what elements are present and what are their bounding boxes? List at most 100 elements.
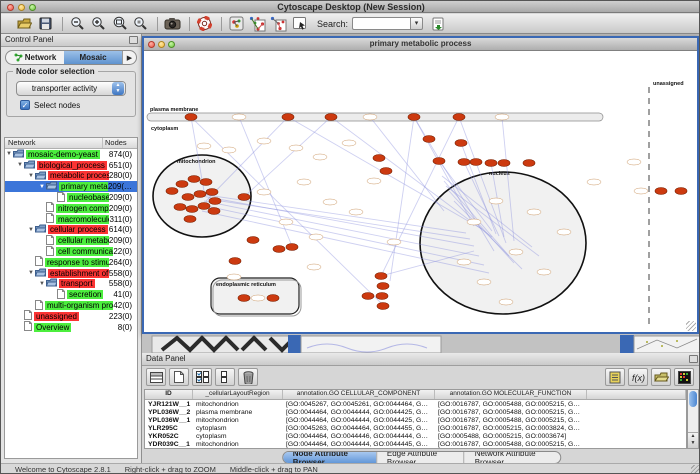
zoom-out-icon[interactable] — [68, 15, 87, 32]
tree-row[interactable]: ▼establishment of lo558(0) — [5, 268, 137, 279]
annotation-icon[interactable] — [290, 15, 309, 32]
network-window-titlebar[interactable]: primary metabolic process — [144, 38, 697, 51]
scrollbar-arrows[interactable]: ▲▼ — [688, 432, 698, 448]
col-id[interactable]: ID — [145, 390, 193, 399]
tree-row[interactable]: ▼metabolic process280(0) — [5, 171, 137, 182]
table-cell[interactable]: cytoplasm — [193, 425, 283, 432]
zoom-fit-icon[interactable] — [110, 15, 129, 32]
expand-triangle-icon[interactable]: ▼ — [38, 281, 46, 287]
snapshot-icon[interactable] — [163, 15, 182, 32]
table-cell[interactable]: [GO:0044464, GO:0044446, GO:0044444, G… — [283, 433, 435, 440]
unselect-attributes-icon[interactable] — [215, 368, 235, 386]
table-cell[interactable]: cytoplasm — [193, 433, 283, 440]
table-cell[interactable]: [GO:0044464, GO:0044444, GO:0044425, G… — [283, 409, 435, 416]
expand-triangle-icon[interactable]: ▼ — [16, 162, 24, 168]
network-merge-icon[interactable] — [248, 15, 267, 32]
zoom-selected-icon[interactable] — [131, 15, 150, 32]
attribute-dropdown[interactable]: transporter activity ▲▼ — [16, 81, 126, 96]
expand-triangle-icon[interactable]: ▼ — [27, 227, 35, 233]
select-nodes-checkbox[interactable]: ✓ — [20, 100, 30, 110]
table-cell[interactable]: [GO:0016787, GO:0005488, GO:0005215, G… — [435, 409, 587, 416]
table-cell[interactable]: YJR121W__1 — [145, 401, 193, 408]
search-dropdown-icon[interactable]: ▾ — [410, 17, 423, 30]
expand-triangle-icon[interactable]: ▼ — [5, 151, 13, 157]
table-cell[interactable]: YPL036W__1 — [145, 417, 193, 424]
tree-row[interactable]: ▼transport558(0) — [5, 279, 137, 290]
tree-row[interactable]: secretion41(0) — [5, 289, 137, 300]
app-resize-grip[interactable] — [691, 465, 700, 474]
vizmapper-icon[interactable] — [227, 15, 246, 32]
import-attributes-icon[interactable] — [651, 368, 671, 386]
delete-attribute-icon[interactable] — [238, 368, 258, 386]
table-cell[interactable]: [GO:0016787, GO:0005488, GO:0005215, G… — [435, 441, 587, 448]
table-cell[interactable]: YLR295C — [145, 425, 193, 432]
open-icon[interactable] — [15, 15, 34, 32]
table-cell[interactable]: plasma membrane — [193, 409, 283, 416]
tab-mosaic[interactable]: Mosaic — [64, 51, 122, 64]
table-cell[interactable]: YDR039C__1 — [145, 441, 193, 448]
tree-row[interactable]: response to stimul264(0) — [5, 257, 137, 268]
table-cell[interactable]: mitochondrion — [193, 441, 283, 448]
attribute-list-icon[interactable] — [605, 368, 625, 386]
tab-edge-attribute-browser[interactable]: Edge Attribute Browser — [377, 452, 465, 463]
col-cellular-component[interactable]: annotation.GO CELLULAR_COMPONENT — [283, 390, 435, 399]
table-cell[interactable]: YPL036W__2 — [145, 409, 193, 416]
expand-triangle-icon[interactable]: ▼ — [38, 184, 46, 190]
float-data-panel-icon[interactable] — [689, 355, 698, 363]
scrollbar-thumb[interactable] — [689, 391, 697, 407]
tab-network-attribute-browser[interactable]: Network Attribute Browser — [465, 452, 561, 463]
table-cell[interactable]: [GO:0016787, GO:0005488, GO:0005215, G… — [435, 401, 587, 408]
tree-row[interactable]: ▼mosaic-demo-yeast874(0) — [5, 149, 137, 160]
table-cell[interactable]: YKR052C — [145, 433, 193, 440]
float-panel-icon[interactable] — [129, 36, 138, 44]
attribute-table-header[interactable]: ID _cellularLayoutRegion annotation.GO C… — [145, 390, 686, 400]
tree-row[interactable]: unassigned223(0) — [5, 311, 137, 322]
search-input[interactable] — [352, 17, 410, 30]
tabs-overflow-arrow[interactable]: ▶ — [122, 51, 136, 64]
table-cell[interactable]: [GO:0045267, GO:0045261, GO:0044464, G… — [283, 401, 435, 408]
formula-icon[interactable]: f(x) — [628, 368, 648, 386]
help-icon[interactable] — [195, 15, 214, 32]
network-overlay-icon[interactable] — [269, 15, 288, 32]
table-row[interactable]: YLR295Ccytoplasm[GO:0045263, GO:0044464,… — [145, 424, 686, 432]
tree-row[interactable]: ▼primary metabo209(… — [5, 181, 137, 192]
save-icon[interactable] — [36, 15, 55, 32]
window-resize-grip[interactable] — [686, 321, 696, 331]
zoom-in-icon[interactable] — [89, 15, 108, 32]
tree-header[interactable]: Network Nodes — [5, 138, 137, 149]
table-cell[interactable]: [GO:0044464, GO:0044444, GO:0044425, G… — [283, 417, 435, 424]
table-row[interactable]: YPL036W__1mitochondrion[GO:0044464, GO:0… — [145, 416, 686, 424]
matrix-icon[interactable] — [674, 368, 694, 386]
tab-network[interactable]: Network — [6, 51, 64, 64]
expand-triangle-icon[interactable]: ▼ — [27, 173, 35, 179]
table-cell[interactable]: [GO:0016787, GO:0005215, GO:0003824, G… — [435, 425, 587, 432]
table-cell[interactable]: [GO:0016787, GO:0005488, GO:0005215, G… — [435, 417, 587, 424]
tab-node-attribute-browser[interactable]: Node Attribute Browser — [283, 452, 377, 463]
tree-row[interactable]: ▼biological_process651(0) — [5, 160, 137, 171]
expand-triangle-icon[interactable]: ▼ — [27, 270, 35, 276]
attribute-table-icon[interactable] — [146, 368, 166, 386]
table-row[interactable]: YJR121W__1mitochondrion[GO:0045267, GO:0… — [145, 400, 686, 408]
tree-row[interactable]: nitrogen compo209(0) — [5, 203, 137, 214]
table-cell[interactable]: mitochondrion — [193, 401, 283, 408]
network-canvas[interactable]: plasma membrane cytoplasm mitochondrion … — [144, 51, 697, 332]
tree-row[interactable]: multi-organism pro42(0) — [5, 300, 137, 311]
table-cell[interactable]: [GO:0044464, GO:0044444, GO:0044445, G… — [283, 441, 435, 448]
new-attribute-icon[interactable] — [169, 368, 189, 386]
tree-row[interactable]: cellular metabo209(0) — [5, 235, 137, 246]
tree-row[interactable]: macromolecule311(0) — [5, 214, 137, 225]
table-row[interactable]: YPL036W__2plasma membrane[GO:0044464, GO… — [145, 408, 686, 416]
table-vertical-scrollbar[interactable]: ▲▼ — [687, 389, 699, 449]
select-nodes-row[interactable]: ✓ Select nodes — [20, 100, 130, 110]
tree-row[interactable]: ▼cellular process614(0) — [5, 225, 137, 236]
network-label-nodes[interactable] — [197, 114, 648, 305]
network-view-window[interactable]: primary metabolic process plasma membran… — [142, 36, 699, 334]
table-cell[interactable]: [GO:0005488, GO:0005215, GO:0003674] — [435, 433, 587, 440]
table-cell[interactable]: [GO:0045263, GO:0044464, GO:0044455, G… — [283, 425, 435, 432]
table-cell[interactable]: mitochondrion — [193, 417, 283, 424]
tree-row[interactable]: cell communicat22(0) — [5, 246, 137, 257]
select-attributes-icon[interactable] — [192, 368, 212, 386]
col-molecular-function[interactable]: annotation.GO MOLECULAR_FUNCTION — [435, 390, 587, 399]
table-row[interactable]: YKR052Ccytoplasm[GO:0044464, GO:0044446,… — [145, 432, 686, 440]
tree-row[interactable]: nucleobase-209(0) — [5, 192, 137, 203]
